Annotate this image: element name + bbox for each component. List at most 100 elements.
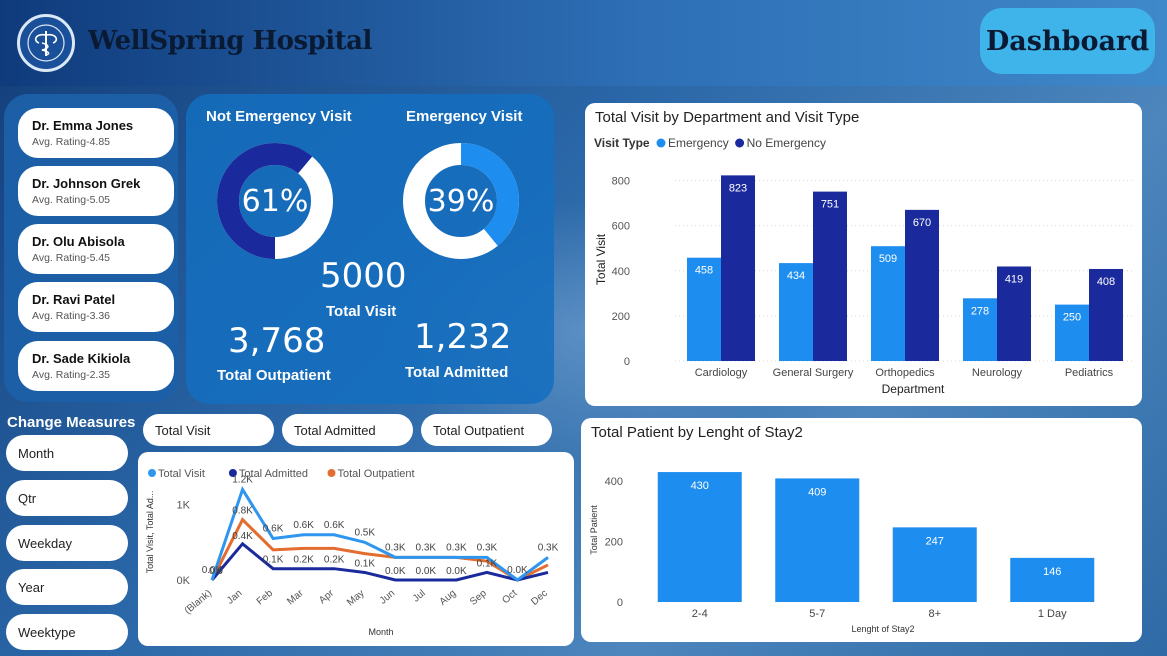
data-label: 0.5K	[354, 527, 375, 538]
data-label: 0.0K	[385, 566, 406, 577]
legend-title: Visit Type	[594, 136, 650, 150]
x-tick-label: Dec	[529, 588, 550, 608]
legend-marker	[148, 469, 156, 477]
weektype-button[interactable]: Weektype	[6, 614, 128, 650]
x-tick-label: Feb	[255, 588, 276, 608]
data-label: 0.3K	[385, 542, 406, 553]
emergency-donut: 39%	[402, 142, 520, 260]
x-tick-label: 1 Day	[1038, 608, 1067, 620]
x-tick-label: 5-7	[809, 608, 825, 620]
total-visit-label: Total Visit	[326, 303, 397, 320]
legend-marker	[327, 469, 336, 477]
bar[interactable]	[813, 191, 847, 361]
month-button[interactable]: Month	[6, 435, 128, 471]
doctor-rating: Avg. Rating-3.36	[32, 310, 111, 322]
x-tick-label: Cardiology	[695, 367, 748, 379]
department-chart: Visit Type Emergency No Emergency 0 200 400 60…	[594, 136, 1135, 396]
doctor-card[interactable]: Dr. Emma Jones Avg. Rating-4.85	[18, 108, 174, 158]
legend-entry[interactable]: No Emergency	[747, 136, 826, 150]
x-tick-label: Orthopedics	[875, 367, 935, 379]
doctor-name: Dr. Johnson Grek	[32, 176, 141, 191]
bar[interactable]	[905, 209, 939, 361]
bar-value-label: 419	[1005, 273, 1023, 285]
dashboard-button[interactable]: Dashboard	[980, 8, 1155, 74]
data-label: 0.3K	[446, 542, 467, 553]
doctor-rating: Avg. Rating-4.85	[32, 136, 111, 148]
data-label: 1.2K	[232, 475, 253, 486]
bar-value-label: 509	[879, 253, 897, 265]
change-measures-title: Change Measures	[7, 414, 136, 431]
bar-value-label: 751	[821, 199, 839, 211]
series-line[interactable]	[210, 486, 549, 582]
data-label: 0.2K	[324, 555, 345, 566]
total-outpatient-button[interactable]: Total Outpatient	[421, 414, 552, 446]
year-button[interactable]: Year	[6, 569, 128, 605]
y-tick-label: 0	[624, 356, 630, 368]
total-visit-value: 5000	[320, 256, 407, 296]
x-tick-label: Apr	[317, 587, 337, 606]
legend-entry[interactable]: Total Outpatient	[338, 468, 415, 480]
data-label: 0.0K	[507, 565, 528, 576]
x-tick-label: Oct	[500, 588, 519, 607]
length-of-stay-chart-card: Total Patient by Lenght of Stay2 0 200 400…	[581, 418, 1142, 642]
total-outpatient-value: 3,768	[228, 321, 326, 361]
legend-marker	[735, 138, 745, 148]
data-label: 0.6K	[293, 520, 314, 531]
x-tick-label: Jan	[225, 588, 244, 607]
bar-value-label: 278	[971, 305, 989, 317]
data-label: 0.3K	[538, 542, 559, 553]
total-visit-button[interactable]: Total Visit	[143, 414, 274, 446]
y-axis-label: Total Patient	[589, 505, 599, 555]
y-axis-label: Total Visit, Total Ad...	[145, 491, 155, 574]
hospital-logo-icon	[17, 14, 75, 72]
x-tick-label: Jul	[411, 588, 428, 605]
doctor-name: Dr. Ravi Patel	[32, 292, 116, 307]
data-label: 0.8K	[232, 506, 253, 517]
bar[interactable]	[1010, 557, 1095, 602]
doctor-panel: Dr. Emma Jones Avg. Rating-4.85 Dr. John…	[4, 94, 178, 402]
bar-value-label: 430	[691, 480, 709, 492]
doctor-card[interactable]: Dr. Sade Kikiola Avg. Rating-2.35	[18, 341, 174, 391]
bar-value-label: 823	[729, 182, 747, 194]
bar-value-label: 250	[1063, 312, 1081, 324]
not-emergency-donut: 61%	[216, 142, 334, 260]
bar-value-label: 146	[1043, 566, 1061, 578]
monthly-line-chart: Total Visit Total Admitted Total Outpatien…	[145, 468, 559, 637]
data-label: 0.1K	[354, 558, 375, 569]
hospital-name: WellSpring Hospital	[88, 26, 372, 56]
y-tick-label: 200	[612, 311, 630, 323]
x-tick-label: Sep	[468, 588, 489, 608]
doctor-card[interactable]: Dr. Ravi Patel Avg. Rating-3.36	[18, 282, 174, 332]
x-tick-label: 8+	[928, 608, 941, 620]
kpi-panel: Not Emergency Visit Emergency Visit 61% …	[186, 94, 554, 404]
y-tick-label: 0K	[177, 575, 191, 587]
data-label: 0.0	[209, 566, 223, 577]
data-label: 0.1K	[263, 555, 284, 566]
y-tick-label: 1K	[177, 500, 191, 512]
qtr-button[interactable]: Qtr	[6, 480, 128, 516]
data-label: 0.6K	[263, 524, 284, 535]
y-axis-label: Total Visit	[594, 233, 608, 285]
not-emergency-percent: 61%	[241, 184, 309, 219]
emergency-title: Emergency Visit	[406, 108, 523, 125]
bar-value-label: 247	[926, 535, 944, 547]
doctor-name: Dr. Sade Kikiola	[32, 351, 131, 366]
weekday-button[interactable]: Weekday	[6, 525, 128, 561]
x-axis-label: Lenght of Stay2	[851, 624, 914, 634]
data-label: 0.4K	[232, 531, 253, 542]
y-tick-label: 400	[605, 476, 623, 488]
y-tick-label: 400	[612, 266, 630, 278]
y-tick-label: 600	[612, 221, 630, 233]
doctor-rating: Avg. Rating-5.05	[32, 194, 111, 206]
bar-value-label: 409	[808, 486, 826, 498]
data-label: 0.3K	[416, 542, 437, 553]
doctor-card[interactable]: Dr. Johnson Grek Avg. Rating-5.05	[18, 166, 174, 216]
department-chart-card: Total Visit by Department and Visit Type…	[585, 103, 1142, 406]
legend-entry[interactable]: Emergency	[668, 136, 729, 150]
doctor-name: Dr. Emma Jones	[32, 118, 134, 133]
doctor-card[interactable]: Dr. Olu Abisola Avg. Rating-5.45	[18, 224, 174, 274]
total-admitted-button[interactable]: Total Admitted	[282, 414, 413, 446]
bar[interactable]	[721, 175, 755, 361]
data-label: 0.6K	[324, 520, 345, 531]
legend-entry[interactable]: Total Visit	[158, 468, 205, 480]
